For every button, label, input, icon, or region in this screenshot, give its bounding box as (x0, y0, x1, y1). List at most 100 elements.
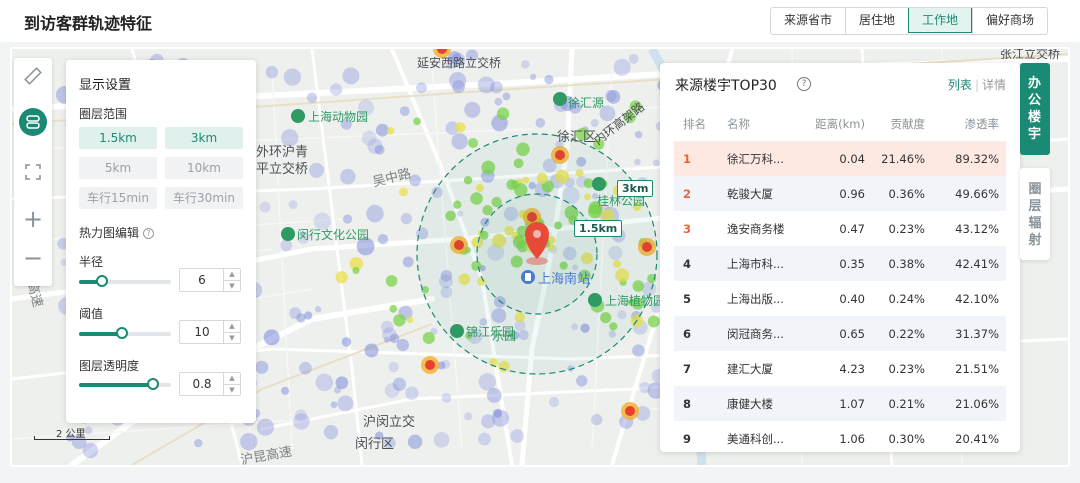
opacity-input[interactable]: 0.8 ▲ ▼ (179, 372, 241, 396)
range-drive-15min-button[interactable]: 车行15min (79, 187, 157, 209)
threshold-value: 10 (194, 325, 210, 339)
view-list-link[interactable]: 列表 (948, 78, 972, 92)
opacity-slider-handle[interactable] (146, 378, 159, 390)
chevron-up-icon[interactable]: ▲ (223, 269, 240, 280)
table-row[interactable]: 6 闵冠商务... 0.65 0.22% 31.37% (674, 316, 1006, 351)
name-cell: 建汇大厦 (727, 361, 773, 376)
map-toolbar: + − (14, 58, 52, 286)
table-row[interactable]: 8 康健大楼 1.07 0.21% 21.06% (674, 386, 1006, 421)
segment-preferred-mall[interactable]: 偏好商场 (971, 8, 1047, 34)
building-ranking-panel: 来源楼宇TOP30 ? 列表 | 详情 排名 名称 距离(km) 贡献度 渗透率 1… (660, 63, 1020, 452)
zoom-in-icon[interactable]: + (19, 205, 47, 233)
range-3km-button[interactable]: 3km (165, 127, 243, 149)
distance-cell: 0.04 (802, 141, 872, 176)
help-icon[interactable]: ? (797, 77, 811, 91)
top-bar: 到访客群轨迹特征 来源省市 居住地 工作地 偏好商场 (0, 0, 1080, 42)
fullscreen-icon[interactable] (19, 158, 47, 186)
view-switch: 列表 | 详情 (948, 76, 1006, 93)
map-scale-line (34, 436, 110, 440)
chevron-up-icon[interactable]: ▲ (223, 373, 240, 384)
table-row[interactable]: 4 上海市科... 0.35 0.38% 42.41% (674, 246, 1006, 281)
map-label: 上海动物园 (308, 110, 369, 124)
table-row[interactable]: 9 美通科创... 1.06 0.30% 20.41% (674, 421, 1006, 456)
segment-residence[interactable]: 居住地 (844, 8, 908, 34)
name-cell: 乾骏大厦 (718, 176, 802, 211)
name-cell: 徐汇万科... (718, 141, 802, 176)
ranking-table-body: 1 徐汇万科... 0.04 21.46% 89.32% 2 乾骏大厦 0.96 0.36% 49… (674, 141, 1006, 456)
help-icon[interactable]: ? (143, 228, 155, 239)
ranking-table: 排名 名称 距离(km) 贡献度 渗透率 1 徐汇万科... 0.04 21.46% 8… (674, 107, 1006, 456)
map-label: 闵行文化公园 (297, 228, 370, 242)
penetration-cell: 31.37% (932, 316, 1006, 351)
table-row[interactable]: 2 乾骏大厦 0.96 0.36% 49.66% (674, 176, 1006, 211)
range-label: 圈层范围 (79, 107, 128, 121)
rank-cell: 1 (674, 141, 718, 176)
chevron-up-icon[interactable]: ▲ (223, 321, 240, 332)
penetration-cell: 20.41% (955, 431, 999, 446)
contribution-cell: 0.21% (872, 386, 932, 421)
opacity-label: 图层透明度 (79, 359, 140, 373)
contribution-cell: 0.38% (872, 246, 932, 281)
tab-office-buildings[interactable]: 办公楼宇 (1020, 63, 1050, 155)
table-row[interactable]: 7 建汇大厦 4.23 0.23% 21.51% (674, 351, 1006, 386)
threshold-input[interactable]: 10 ▲ ▼ (179, 320, 241, 344)
distance-cell: 1.06 (839, 431, 865, 446)
name-cell: 闵冠商务... (718, 316, 802, 351)
page-title: 到访客群轨迹特征 (24, 14, 153, 33)
map-label: 平立交桥 (256, 162, 309, 177)
segment-workplace[interactable]: 工作地 (907, 8, 972, 33)
name-cell: 上海出版... (727, 291, 784, 306)
rank-cell: 3 (683, 221, 692, 236)
settings-title: 显示设置 (79, 78, 132, 93)
segment-source-province[interactable]: 来源省市 (771, 8, 845, 34)
table-header-row: 排名 名称 距离(km) 贡献度 渗透率 (674, 107, 1006, 142)
contribution-cell: 0.23% (888, 361, 925, 376)
radius-slider-handle[interactable] (96, 275, 108, 287)
penetration-cell: 43.12% (955, 221, 999, 236)
threshold-slider-handle[interactable] (116, 327, 129, 339)
ruler-icon[interactable] (19, 62, 47, 90)
threshold-label: 阈值 (79, 307, 104, 321)
table-row[interactable]: 5 上海出版... 0.40 0.24% 42.10% (674, 281, 1006, 316)
rank-cell: 2 (674, 176, 718, 211)
side-tabs: 办公楼宇 圈层辐射 (1020, 63, 1050, 260)
chevron-down-icon[interactable]: ▼ (223, 280, 240, 291)
range-5km-button[interactable]: 5km (79, 157, 157, 179)
opacity-slider-fill (79, 383, 153, 387)
chevron-down-icon[interactable]: ▼ (223, 384, 240, 395)
radius-slider[interactable] (79, 275, 171, 287)
range-10km-button[interactable]: 10km (165, 157, 243, 179)
distance-cell: 0.96 (802, 176, 872, 211)
range-1-5km-button[interactable]: 1.5km (79, 127, 157, 149)
table-row[interactable]: 1 徐汇万科... 0.04 21.46% 89.32% (674, 141, 1006, 176)
heatmap-edit-label: 热力图编辑 (79, 226, 140, 240)
display-settings-panel: 显示设置 圈层范围 1.5km 3km 5km 10km 车行15min 车行3… (66, 60, 256, 423)
tab-ring-radiation-label: 圈层辐射 (1028, 182, 1042, 248)
threshold-slider[interactable] (79, 327, 171, 339)
distance-cell: 0.65 (802, 316, 872, 351)
name-cell: 逸安商务楼 (727, 221, 785, 236)
radius-input[interactable]: 6 ▲ ▼ (179, 268, 241, 292)
chevron-down-icon[interactable]: ▼ (223, 332, 240, 343)
penetration-cell: 21.51% (955, 361, 999, 376)
column-header: 距离(km) (802, 107, 872, 142)
app-root: 到访客群轨迹特征 来源省市 居住地 工作地 偏好商场 延安西路立交桥 上海动物园… (0, 0, 1080, 483)
distance-cell: 0.40 (839, 291, 865, 306)
name-cell: 美通科创... (727, 431, 784, 446)
contribution-cell: 0.22% (872, 316, 932, 351)
view-detail-link[interactable]: 详情 (982, 78, 1006, 92)
contribution-cell: 21.46% (872, 141, 932, 176)
penetration-cell: 42.41% (932, 246, 1006, 281)
layers-icon[interactable] (19, 108, 47, 136)
column-header: 名称 (718, 107, 802, 142)
opacity-slider[interactable] (79, 378, 171, 390)
rank-cell: 6 (674, 316, 718, 351)
table-row[interactable]: 3 逸安商务楼 0.47 0.23% 43.12% (674, 211, 1006, 246)
distance-cell: 0.47 (839, 221, 865, 236)
map-label: 沪闵立交 (363, 415, 416, 430)
tab-ring-radiation[interactable]: 圈层辐射 (1020, 168, 1050, 260)
range-drive-30min-button[interactable]: 车行30min (165, 187, 243, 209)
zoom-out-icon[interactable]: − (19, 244, 47, 272)
rank-cell: 9 (683, 431, 692, 446)
radius-label-inner: 1.5km (574, 220, 623, 237)
